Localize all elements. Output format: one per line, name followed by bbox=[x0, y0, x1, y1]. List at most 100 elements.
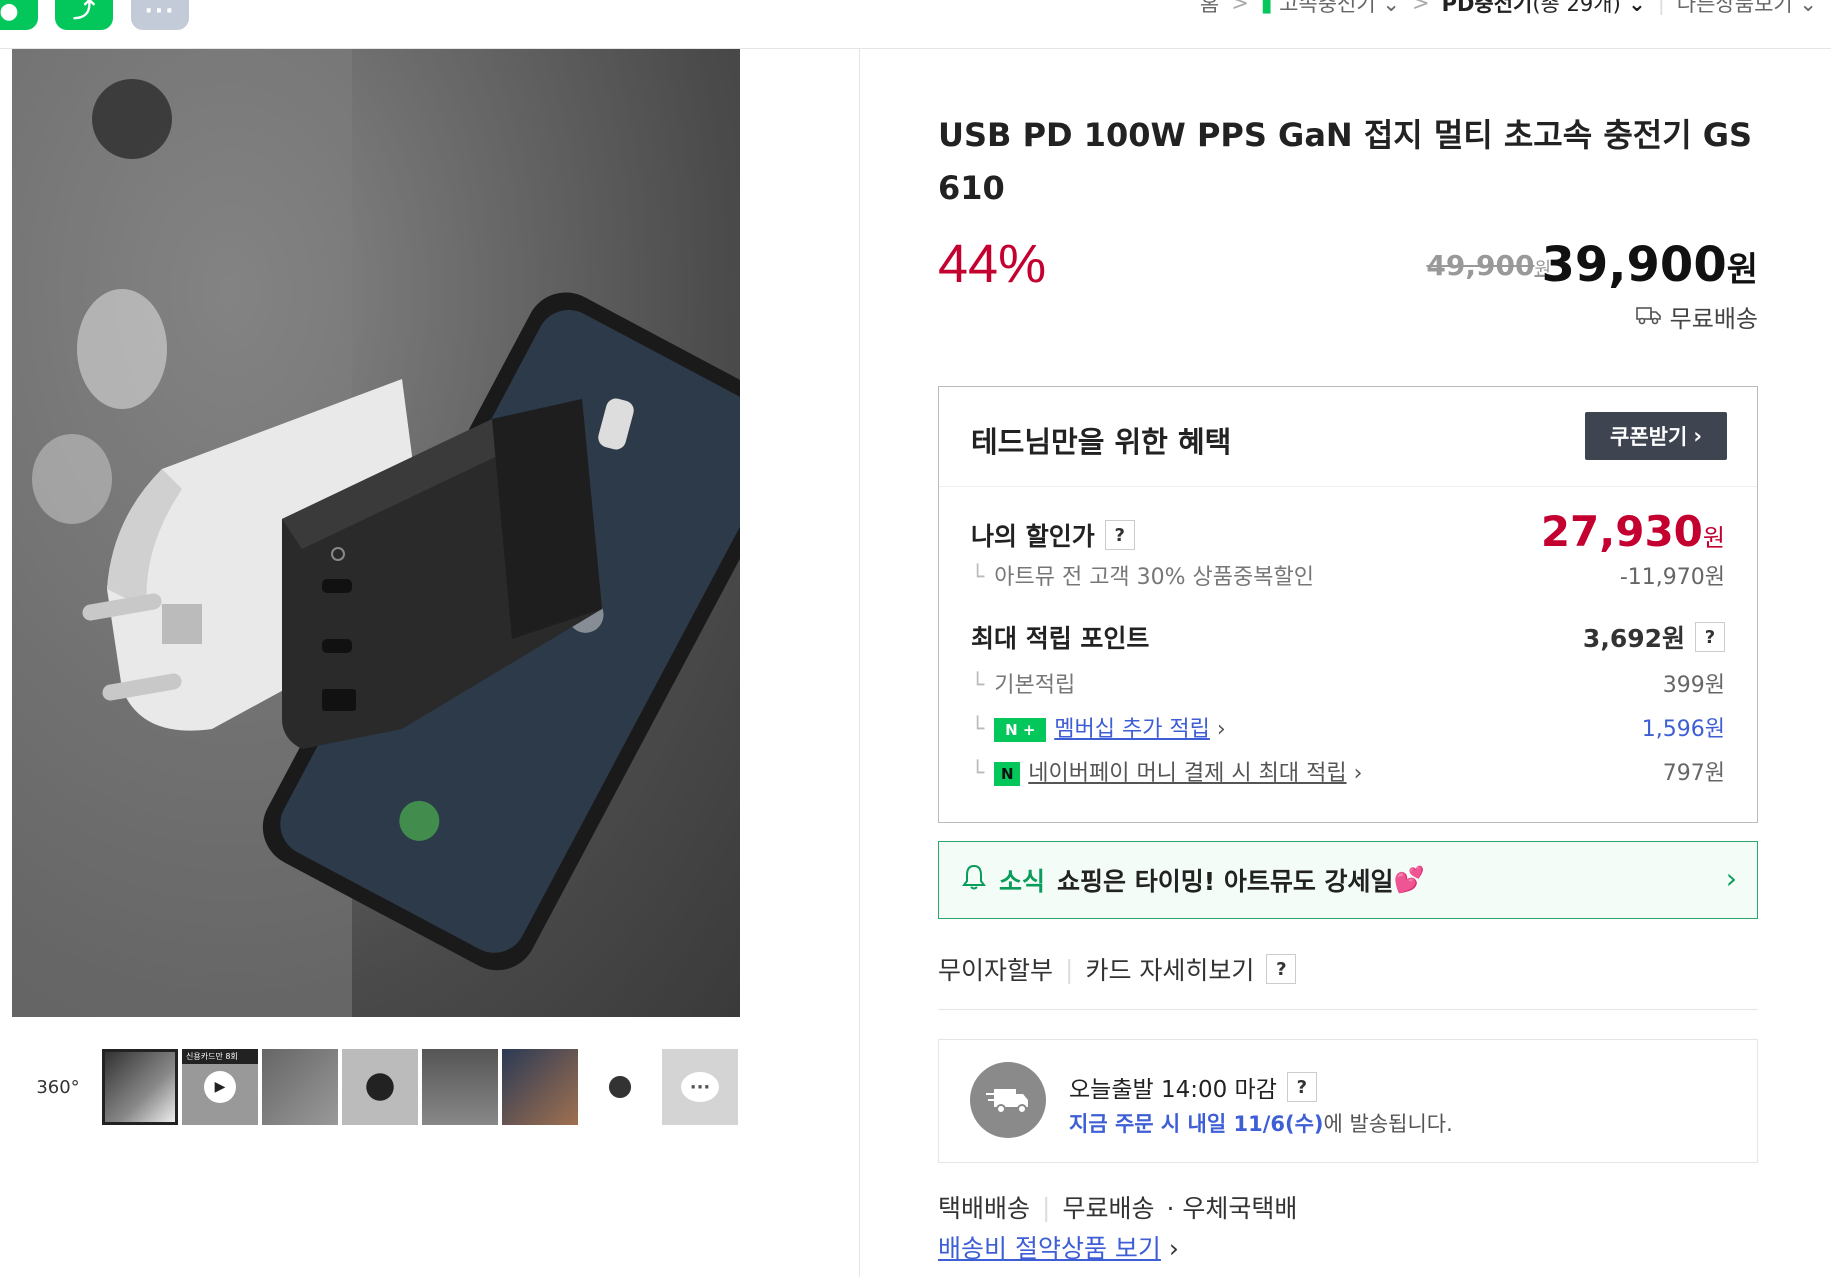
tree-branch-icon: └ bbox=[971, 761, 985, 786]
tree-branch-icon: └ bbox=[971, 565, 985, 590]
help-icon[interactable]: ? bbox=[1104, 520, 1135, 550]
chevron-right-icon: › bbox=[1168, 1234, 1179, 1263]
original-price-value: 49,900 bbox=[1426, 249, 1535, 282]
delivery-box: 오늘출발 14:00 마감? 지금 주문 시 내일 11/6(수)에 발송됩니다… bbox=[938, 1039, 1758, 1163]
naver-plus-badge: N + bbox=[994, 718, 1047, 742]
divider: | bbox=[1657, 0, 1665, 15]
tree-branch-icon: └ bbox=[971, 673, 985, 698]
top-bar: ● ⤴ ··· 홈 > ▮ 고속충전기 ⌄ > PD충전기(총 29개) ⌄ |… bbox=[0, 0, 1831, 49]
divider-line bbox=[938, 1009, 1758, 1010]
shipping-saver-link[interactable]: 배송비 절약상품 보기 bbox=[938, 1234, 1161, 1263]
chevron-right-icon: > bbox=[1231, 0, 1249, 15]
points-value: 3,692원 bbox=[1582, 624, 1685, 653]
delivery-eta: 지금 주문 시 내일 11/6(수)에 발송됩니다. bbox=[1069, 1108, 1453, 1138]
rotate-360-icon[interactable]: 360° bbox=[28, 1049, 88, 1125]
thumb-caption: 신용카드만 8회 bbox=[186, 1052, 238, 1061]
breadcrumb-other[interactable]: 다른상품보기 ⌄ bbox=[1677, 0, 1817, 18]
shipping-method: 택배배송 bbox=[938, 1194, 1031, 1223]
delivery-eta-rest: 에 발송됩니다. bbox=[1323, 1112, 1453, 1136]
product-title: USB PD 100W PPS GaN 접지 멀티 초고속 충전기 GS 610 bbox=[938, 116, 1753, 207]
basic-points-label: 기본적립 bbox=[994, 673, 1076, 698]
membership-points-value: 1,596원 bbox=[1641, 717, 1725, 742]
breadcrumb-count: (총 29개) bbox=[1532, 0, 1621, 16]
my-price-label: 나의 할인가 bbox=[971, 522, 1095, 551]
breadcrumb: 홈 > ▮ 고속충전기 ⌄ > PD충전기(총 29개) ⌄ | 다른상품보기 … bbox=[1200, 0, 1817, 18]
thumbnail-4[interactable] bbox=[342, 1049, 418, 1125]
benefit-header: 테드님만을 위한 혜택 쿠폰받기 › bbox=[939, 387, 1757, 487]
delivery-eta-date: 지금 주문 시 내일 11/6(수) bbox=[1069, 1112, 1324, 1136]
shipping-fee: 무료배송 bbox=[1062, 1194, 1155, 1223]
naver-bookmark-icon[interactable]: ⤴ bbox=[55, 0, 113, 30]
basic-points-value: 399원 bbox=[1662, 673, 1725, 698]
notice-banner[interactable]: 소식 쇼핑은 타이밍! 아트뮤도 강세일 💕 › bbox=[938, 841, 1758, 919]
basic-points-row: └ 기본적립 399원 bbox=[971, 667, 1725, 699]
delivery-deadline: 오늘출발 14:00 마감? bbox=[1069, 1070, 1317, 1104]
naverpay-points-row: └ N 네이버페이 머니 결제 시 최대 적립 › 797원 bbox=[971, 755, 1725, 787]
more-icon: ··· bbox=[681, 1072, 719, 1102]
naverpay-points-value: 797원 bbox=[1662, 761, 1725, 786]
breadcrumb-category2[interactable]: PD충전기(총 29개) ⌄ bbox=[1442, 0, 1646, 18]
sale-price-unit: 원 bbox=[1726, 250, 1758, 290]
membership-points-row: └ N + 멤버십 추가 적립 › 1,596원 bbox=[971, 711, 1725, 743]
thumbnail-7[interactable] bbox=[582, 1049, 658, 1125]
sale-price: 39,900원 bbox=[1541, 237, 1758, 293]
main-product-image[interactable] bbox=[12, 49, 740, 1017]
discount-rate: 44% bbox=[938, 234, 1047, 294]
chevron-right-icon: > bbox=[1411, 0, 1430, 15]
help-icon[interactable]: ? bbox=[1695, 622, 1725, 652]
points: 3,692원? bbox=[1583, 619, 1725, 655]
payment-row: 무이자할부 | 카드 자세히보기 ? bbox=[938, 951, 1297, 987]
tree-branch-icon: └ bbox=[971, 717, 985, 742]
divider: | bbox=[1065, 954, 1074, 984]
help-icon[interactable]: ? bbox=[1286, 1072, 1317, 1102]
chevron-right-icon: › bbox=[1353, 761, 1363, 786]
heart-icon: 💕 bbox=[1393, 865, 1425, 894]
help-icon[interactable]: ? bbox=[1266, 954, 1297, 984]
card-detail-link[interactable]: 카드 자세히보기 bbox=[1085, 951, 1254, 987]
my-price-value: 27,930 bbox=[1540, 507, 1703, 556]
benefit-box: 테드님만을 위한 혜택 쿠폰받기 › 나의 할인가? 27,930원 └ 아트뮤 전… bbox=[938, 386, 1758, 823]
discount-desc: 아트뮤 전 고객 30% 상품중복할인 bbox=[994, 565, 1315, 590]
points-row: 최대 적립 포인트 3,692원? bbox=[971, 619, 1725, 655]
naver-pay-badge: N bbox=[994, 762, 1021, 786]
thumbnail-1[interactable] bbox=[102, 1049, 178, 1125]
chevron-right-icon: › bbox=[1693, 424, 1702, 448]
delivery-deadline-text: 오늘출발 14:00 마감 bbox=[1069, 1077, 1277, 1103]
thumbnail-3[interactable] bbox=[262, 1049, 338, 1125]
shipping-text: 무료배송 bbox=[1669, 305, 1758, 333]
breadcrumb-category1-label: 고속충전기 bbox=[1279, 0, 1376, 16]
breadcrumb-category2-label: PD충전기 bbox=[1441, 0, 1533, 16]
my-price-row: 나의 할인가? 27,930원 bbox=[971, 507, 1725, 556]
sale-price-value: 39,900 bbox=[1541, 237, 1727, 293]
my-price: 27,930원 bbox=[1541, 507, 1725, 556]
battery-icon: ▮ bbox=[1260, 0, 1273, 16]
benefit-heading: 테드님만을 위한 혜택 bbox=[971, 425, 1232, 459]
chevron-right-icon: › bbox=[1216, 717, 1226, 742]
installment-label: 무이자할부 bbox=[938, 956, 1054, 985]
product-gallery: 360° 신용카드만 8회 ▶ ··· bbox=[0, 49, 860, 1277]
play-icon[interactable]: ▶ bbox=[204, 1071, 236, 1103]
more-apps-icon[interactable]: ··· bbox=[131, 0, 189, 30]
coupon-button[interactable]: 쿠폰받기 › bbox=[1585, 412, 1727, 460]
discount-desc-row: └ 아트뮤 전 고객 30% 상품중복할인 -11,970원 bbox=[971, 559, 1725, 591]
breadcrumb-other-label: 다른상품보기 bbox=[1676, 0, 1793, 16]
notice-message: 쇼핑은 타이밍! 아트뮤도 강세일 bbox=[1057, 867, 1394, 896]
notice-tag: 소식 bbox=[999, 867, 1046, 896]
breadcrumb-home[interactable]: 홈 bbox=[1200, 0, 1219, 18]
discount-amount: -11,970원 bbox=[1619, 565, 1725, 590]
points-label: 최대 적립 포인트 bbox=[971, 624, 1150, 653]
thumbnail-6[interactable] bbox=[502, 1049, 578, 1125]
thumbnail-5[interactable] bbox=[422, 1049, 498, 1125]
coupon-button-label: 쿠폰받기 bbox=[1610, 425, 1688, 449]
membership-link[interactable]: 멤버십 추가 적립 bbox=[1054, 717, 1210, 742]
thumbnail-strip: 360° 신용카드만 8회 ▶ ··· bbox=[28, 1049, 738, 1125]
divider: | bbox=[1042, 1192, 1051, 1222]
thumbnail-more[interactable]: ··· bbox=[662, 1049, 738, 1125]
shipping-method-row: 택배배송 | 무료배송 · 우체국택배 bbox=[938, 1189, 1297, 1225]
fast-truck-icon bbox=[970, 1062, 1046, 1138]
shipping-saver-row: 배송비 절약상품 보기 › bbox=[938, 1229, 1179, 1265]
naverpay-link[interactable]: 네이버페이 머니 결제 시 최대 적립 bbox=[1028, 761, 1346, 786]
thumbnail-video[interactable]: 신용카드만 8회 ▶ bbox=[182, 1049, 258, 1125]
breadcrumb-category1[interactable]: ▮ 고속충전기 ⌄ bbox=[1261, 0, 1400, 18]
naver-talk-icon[interactable]: ● bbox=[0, 0, 38, 30]
